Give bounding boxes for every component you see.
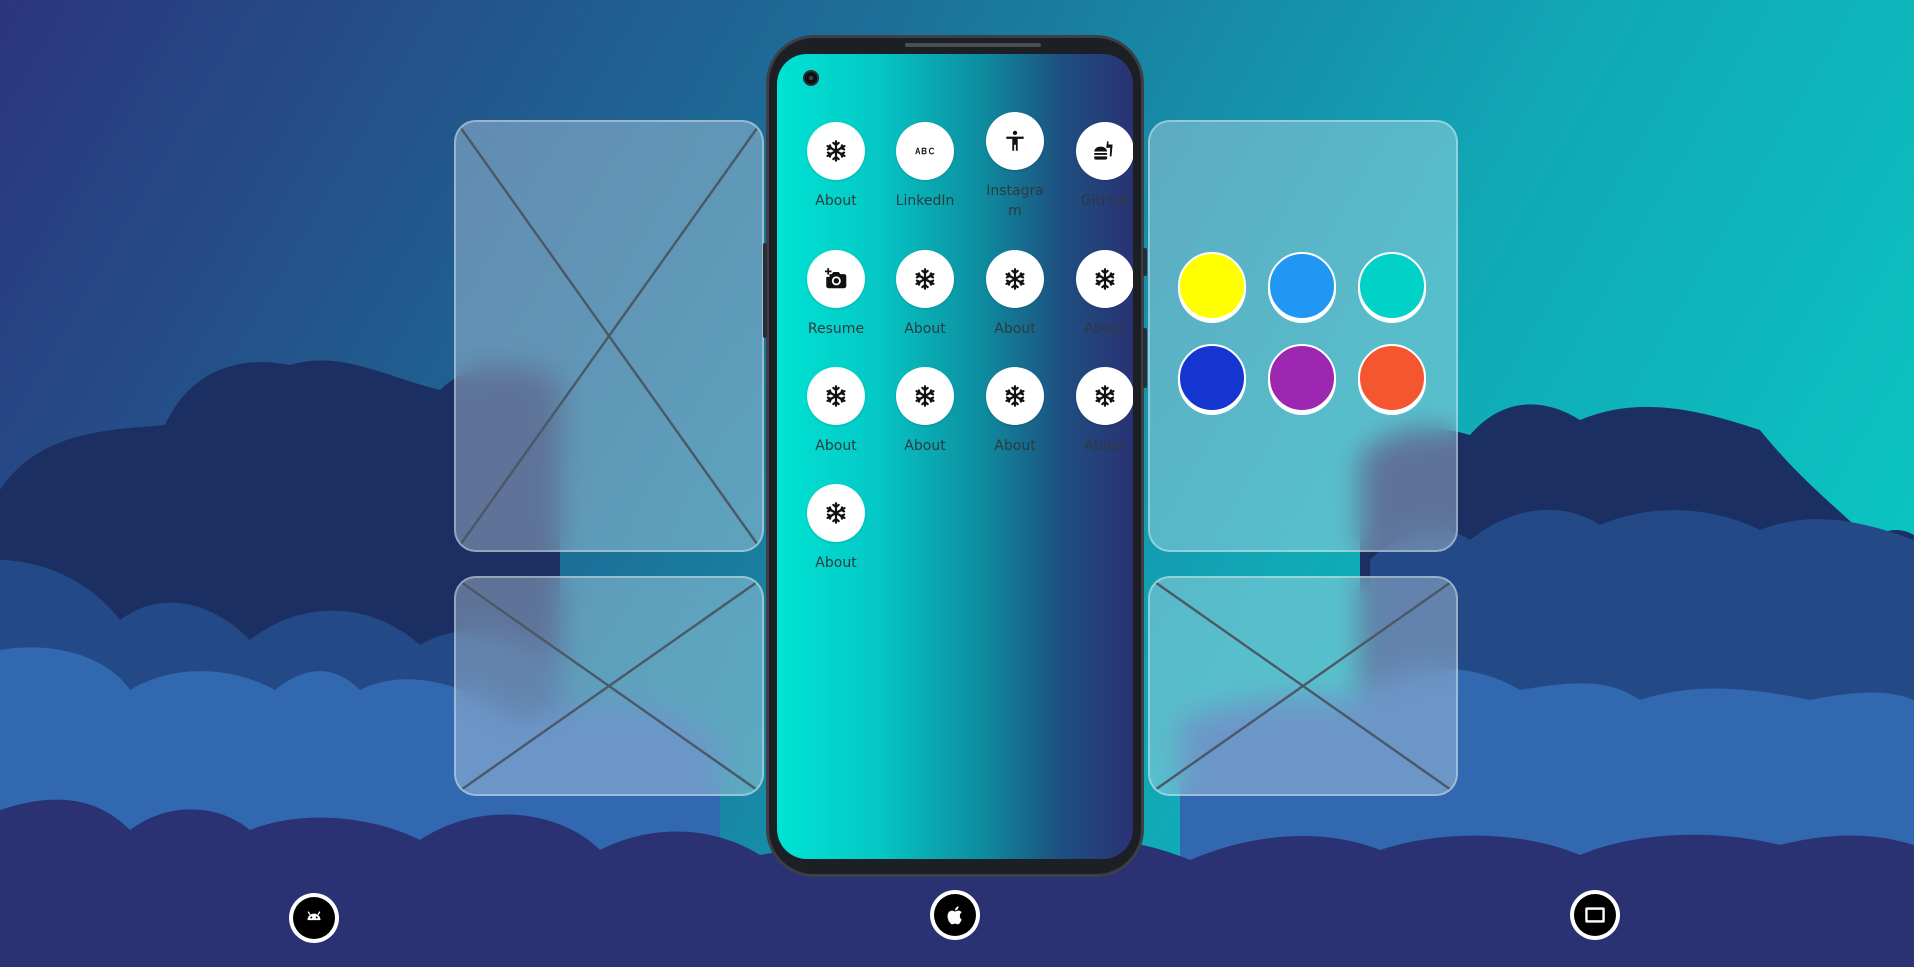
color-swatch-dark-blue[interactable] [1178,344,1246,412]
app-label: About [904,438,946,454]
app-label: About [1084,438,1126,454]
app-icon-button[interactable] [807,484,865,542]
snowflake-icon [1005,268,1025,290]
app-icon-button[interactable] [986,112,1044,170]
color-swatch-orange[interactable] [1358,344,1426,412]
android-icon [307,911,321,921]
app-linkedin[interactable]: LinkedIn [885,122,965,211]
color-picker-panel [1148,120,1458,552]
abc-text-icon [915,147,935,155]
app-label: About [1084,321,1126,337]
app-about[interactable]: About [885,250,965,339]
tablet-button[interactable] [1570,890,1620,940]
tablet-icon [1585,907,1605,923]
app-label: About [815,438,857,454]
accessibility-person-icon [1006,130,1024,151]
app-label: LinkedIn [895,193,955,209]
app-icon-button[interactable] [986,250,1044,308]
placeholder-panel-bottom-left [454,576,764,796]
snowflake-icon [1095,268,1115,290]
snowflake-icon [915,385,935,407]
app-label: About [994,321,1036,337]
app-label: Resume [807,321,865,337]
app-icon-button[interactable] [1076,367,1133,425]
app-icon-button[interactable] [807,367,865,425]
app-icon-button[interactable] [1076,122,1133,180]
placeholder-panel-top-left [454,120,764,552]
fastfood-icon [1094,141,1113,160]
app-label: About [815,555,857,571]
phone-mockup: About LinkedIn Instagram GitHub Resume About A… [763,35,1147,877]
android-button[interactable] [289,893,339,943]
app-icon-button[interactable] [986,367,1044,425]
apple-button[interactable] [930,890,980,940]
color-swatch-purple[interactable] [1268,344,1336,412]
color-swatch-teal[interactable] [1358,252,1426,320]
snowflake-icon [826,385,846,407]
app-icon-button[interactable] [807,122,865,180]
image-placeholder-icon [457,579,761,793]
app-label: GitHub [1080,193,1130,209]
app-github[interactable]: GitHub [1065,122,1133,211]
phone-screen: About LinkedIn Instagram GitHub Resume About A… [777,54,1133,859]
power-button [1143,248,1147,276]
app-about[interactable]: About [1065,250,1133,339]
app-about[interactable]: About [796,122,876,211]
color-swatch-blue[interactable] [1268,252,1336,320]
app-instagram[interactable]: Instagram [975,112,1055,221]
add-camera-icon [824,268,847,289]
app-icon-button[interactable] [896,250,954,308]
apple-icon [947,906,962,925]
image-placeholder-icon [457,123,761,549]
volume-button [763,243,767,338]
app-about[interactable]: About [975,367,1055,456]
snowflake-icon [826,502,846,524]
snowflake-icon [915,268,935,290]
app-icon-button[interactable] [896,367,954,425]
app-icon-button[interactable] [896,122,954,180]
app-icon-button[interactable] [807,250,865,308]
image-placeholder-icon [1151,579,1455,793]
app-about[interactable]: About [796,484,876,573]
color-swatch-yellow[interactable] [1178,252,1246,320]
app-about[interactable]: About [885,367,965,456]
app-label: About [815,193,857,209]
app-label: About [904,321,946,337]
snowflake-icon [1095,385,1115,407]
power-button-lower [1143,328,1147,388]
placeholder-panel-bottom-right [1148,576,1458,796]
app-resume[interactable]: Resume [796,250,876,339]
app-grid: About LinkedIn Instagram GitHub Resume About A… [777,54,1133,859]
app-about[interactable]: About [975,250,1055,339]
app-label: Instagram [986,183,1044,219]
app-about[interactable]: About [1065,367,1133,456]
app-label: About [994,438,1036,454]
snowflake-icon [1005,385,1025,407]
app-about[interactable]: About [796,367,876,456]
phone-earpiece [905,43,1041,47]
snowflake-icon [826,140,846,162]
app-icon-button[interactable] [1076,250,1133,308]
